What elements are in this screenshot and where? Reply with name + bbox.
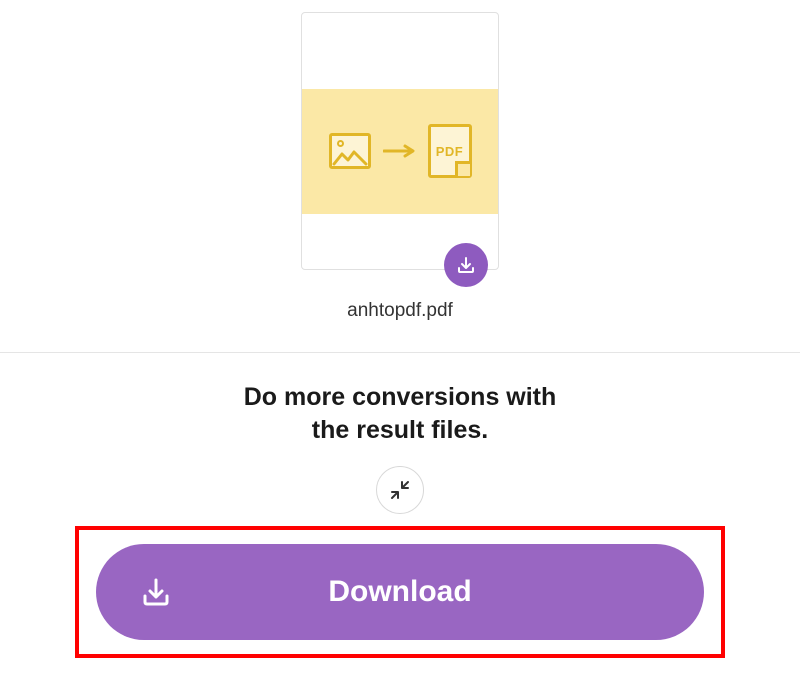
- divider: [0, 352, 800, 353]
- compress-icon: [390, 480, 410, 500]
- download-icon: [455, 254, 477, 276]
- file-card[interactable]: PDF: [301, 12, 499, 270]
- download-button[interactable]: Download: [96, 544, 704, 640]
- pdf-label: PDF: [436, 144, 464, 159]
- pdf-icon: PDF: [428, 124, 472, 178]
- heading: Do more conversions with the result file…: [244, 381, 557, 446]
- download-icon: [138, 574, 174, 610]
- file-thumbnail: PDF: [302, 89, 498, 214]
- filename-label: anhtopdf.pdf: [347, 300, 453, 322]
- heading-line-1: Do more conversions with: [244, 381, 557, 414]
- download-button-label: Download: [96, 575, 704, 609]
- compress-button[interactable]: [376, 466, 424, 514]
- arrow-right-icon: [383, 144, 416, 158]
- heading-line-2: the result files.: [244, 414, 557, 447]
- download-badge-button[interactable]: [444, 243, 488, 287]
- download-highlight-box: Download: [75, 526, 725, 658]
- image-icon: [329, 133, 371, 169]
